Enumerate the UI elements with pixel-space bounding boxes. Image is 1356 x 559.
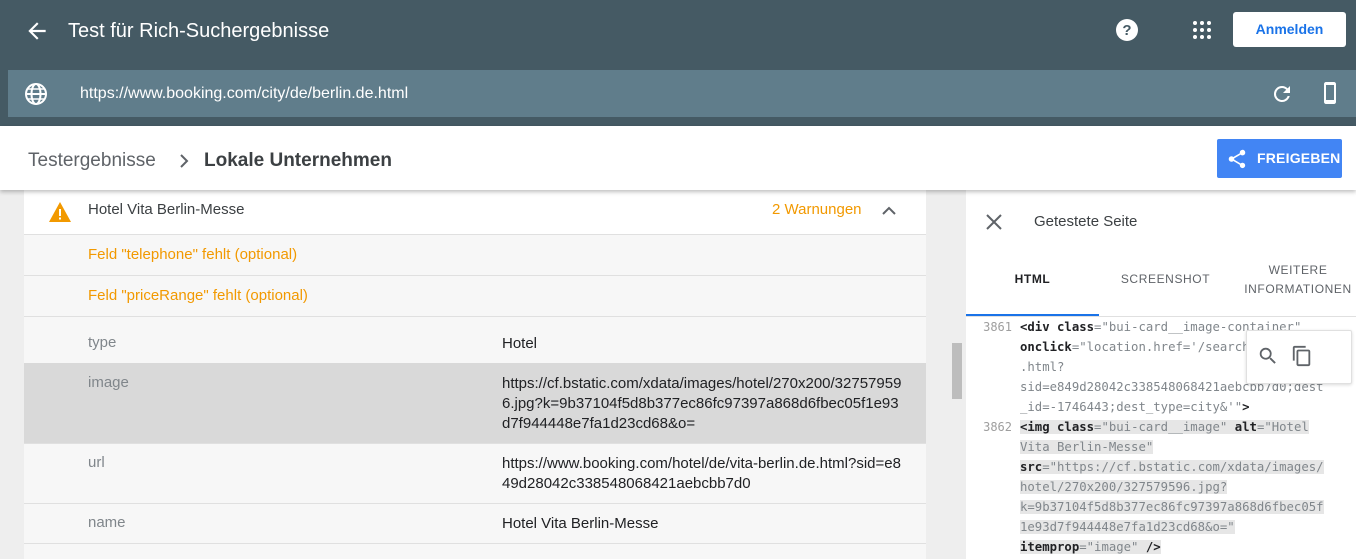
chevron-right-icon: [176, 151, 194, 171]
code-line: .html?: [1020, 360, 1065, 374]
property-value: Hotel: [502, 335, 538, 352]
search-icon[interactable]: [1257, 345, 1279, 367]
code-line: itemprop="image" />: [1020, 540, 1161, 554]
property-row: type Hotel: [24, 323, 926, 364]
warning-icon: [48, 201, 72, 223]
svg-text:?: ?: [1122, 22, 1131, 39]
property-row: url https://www.booking.com/hotel/de/vit…: [24, 443, 926, 504]
url-bar: https://www.booking.com/city/de/berlin.d…: [8, 70, 1356, 117]
warning-text: Feld "telephone" fehlt (optional): [88, 246, 298, 263]
property-row[interactable]: image https://cf.bstatic.com/xdata/image…: [24, 363, 926, 444]
property-value: https://cf.bstatic.com/xdata/images/hote…: [502, 375, 902, 432]
results-header: Testergebnisse Lokale Unternehmen FREIGE…: [0, 126, 1356, 190]
warning-row: Feld "priceRange" fehlt (optional): [24, 276, 926, 317]
code-line: Vita Berlin-Messe": [1020, 440, 1154, 454]
tab-label-line1: WEITERE: [1268, 263, 1328, 277]
chevron-up-icon[interactable]: [878, 200, 900, 222]
share-icon: [1228, 149, 1246, 169]
property-name: type: [88, 334, 117, 351]
property-name: name: [88, 514, 126, 531]
panel-title: Getestete Seite: [1034, 213, 1138, 230]
code-line: onclick="location.href='/search: [1020, 340, 1250, 354]
tab-html[interactable]: HTML: [966, 254, 1099, 316]
breadcrumb-current: Lokale Unternehmen: [204, 150, 392, 171]
code-line: 1e93d7f944448e7fa1d23cd68&o=": [1020, 520, 1235, 534]
code-line: _id=-1746443;dest_type=city&'">: [1020, 400, 1250, 414]
property-row: name Hotel Vita Berlin-Messe: [24, 503, 926, 544]
code-line: <img class="bui-card__image" alt="Hotel: [1020, 420, 1309, 434]
detected-item-panel: Hotel Vita Berlin-Messe 2 Warnungen Feld…: [24, 190, 926, 559]
line-number: 3861: [983, 320, 1012, 334]
tab-label: HTML: [1014, 272, 1051, 286]
url-text[interactable]: https://www.booking.com/city/de/berlin.d…: [80, 83, 408, 105]
item-header-row[interactable]: Hotel Vita Berlin-Messe 2 Warnungen: [24, 190, 926, 235]
tab-more-info[interactable]: WEITERE INFORMATIONEN: [1232, 254, 1356, 316]
reload-icon[interactable]: [1270, 82, 1294, 106]
app-header: Test für Rich-Suchergebnisse ? Anmelden …: [0, 0, 1356, 126]
property-name: image: [88, 374, 129, 391]
warning-text: Feld "priceRange" fehlt (optional): [88, 287, 308, 304]
smartphone-icon[interactable]: [1318, 81, 1342, 105]
apps-grid-icon[interactable]: [1190, 18, 1214, 42]
scrollbar-thumb[interactable]: [952, 343, 962, 399]
app-title: Test für Rich-Suchergebnisse: [68, 20, 330, 42]
property-value: https://www.booking.com/hotel/de/vita-be…: [502, 455, 901, 492]
property-name: url: [88, 454, 105, 471]
back-arrow-icon[interactable]: [24, 18, 50, 44]
code-line: hotel/270x200/327579596.jpg?: [1020, 480, 1228, 494]
globe-icon: [24, 82, 48, 106]
item-name: Hotel Vita Berlin-Messe: [88, 201, 245, 218]
code-tools-popup: [1246, 330, 1352, 384]
warnings-count: 2 Warnungen: [772, 201, 862, 218]
property-value: Hotel Vita Berlin-Messe: [502, 515, 659, 532]
tested-page-panel: Getestete Seite HTML SCREENSHOT WEITERE …: [966, 190, 1356, 559]
tab-screenshot[interactable]: SCREENSHOT: [1099, 254, 1232, 316]
help-icon[interactable]: ?: [1115, 18, 1139, 42]
share-label: FREIGEBEN: [1257, 150, 1341, 166]
tab-label: SCREENSHOT: [1120, 272, 1211, 286]
code-line: src="https://cf.bstatic.com/xdata/images…: [1020, 460, 1324, 474]
breadcrumb-root[interactable]: Testergebnisse: [28, 150, 156, 172]
code-line: k=9b37104f5d8b377ec86fc97397a868d6fbec05…: [1020, 500, 1324, 514]
warning-row: Feld "telephone" fehlt (optional): [24, 235, 926, 276]
panel-tabs: HTML SCREENSHOT WEITERE INFORMATIONEN: [966, 254, 1356, 317]
copy-icon[interactable]: [1291, 345, 1313, 367]
line-number: 3862: [983, 420, 1012, 434]
share-button[interactable]: FREIGEBEN: [1217, 139, 1342, 178]
close-icon[interactable]: [984, 212, 1004, 232]
login-button[interactable]: Anmelden: [1233, 12, 1346, 47]
tab-label-line2: INFORMATIONEN: [1244, 282, 1352, 296]
